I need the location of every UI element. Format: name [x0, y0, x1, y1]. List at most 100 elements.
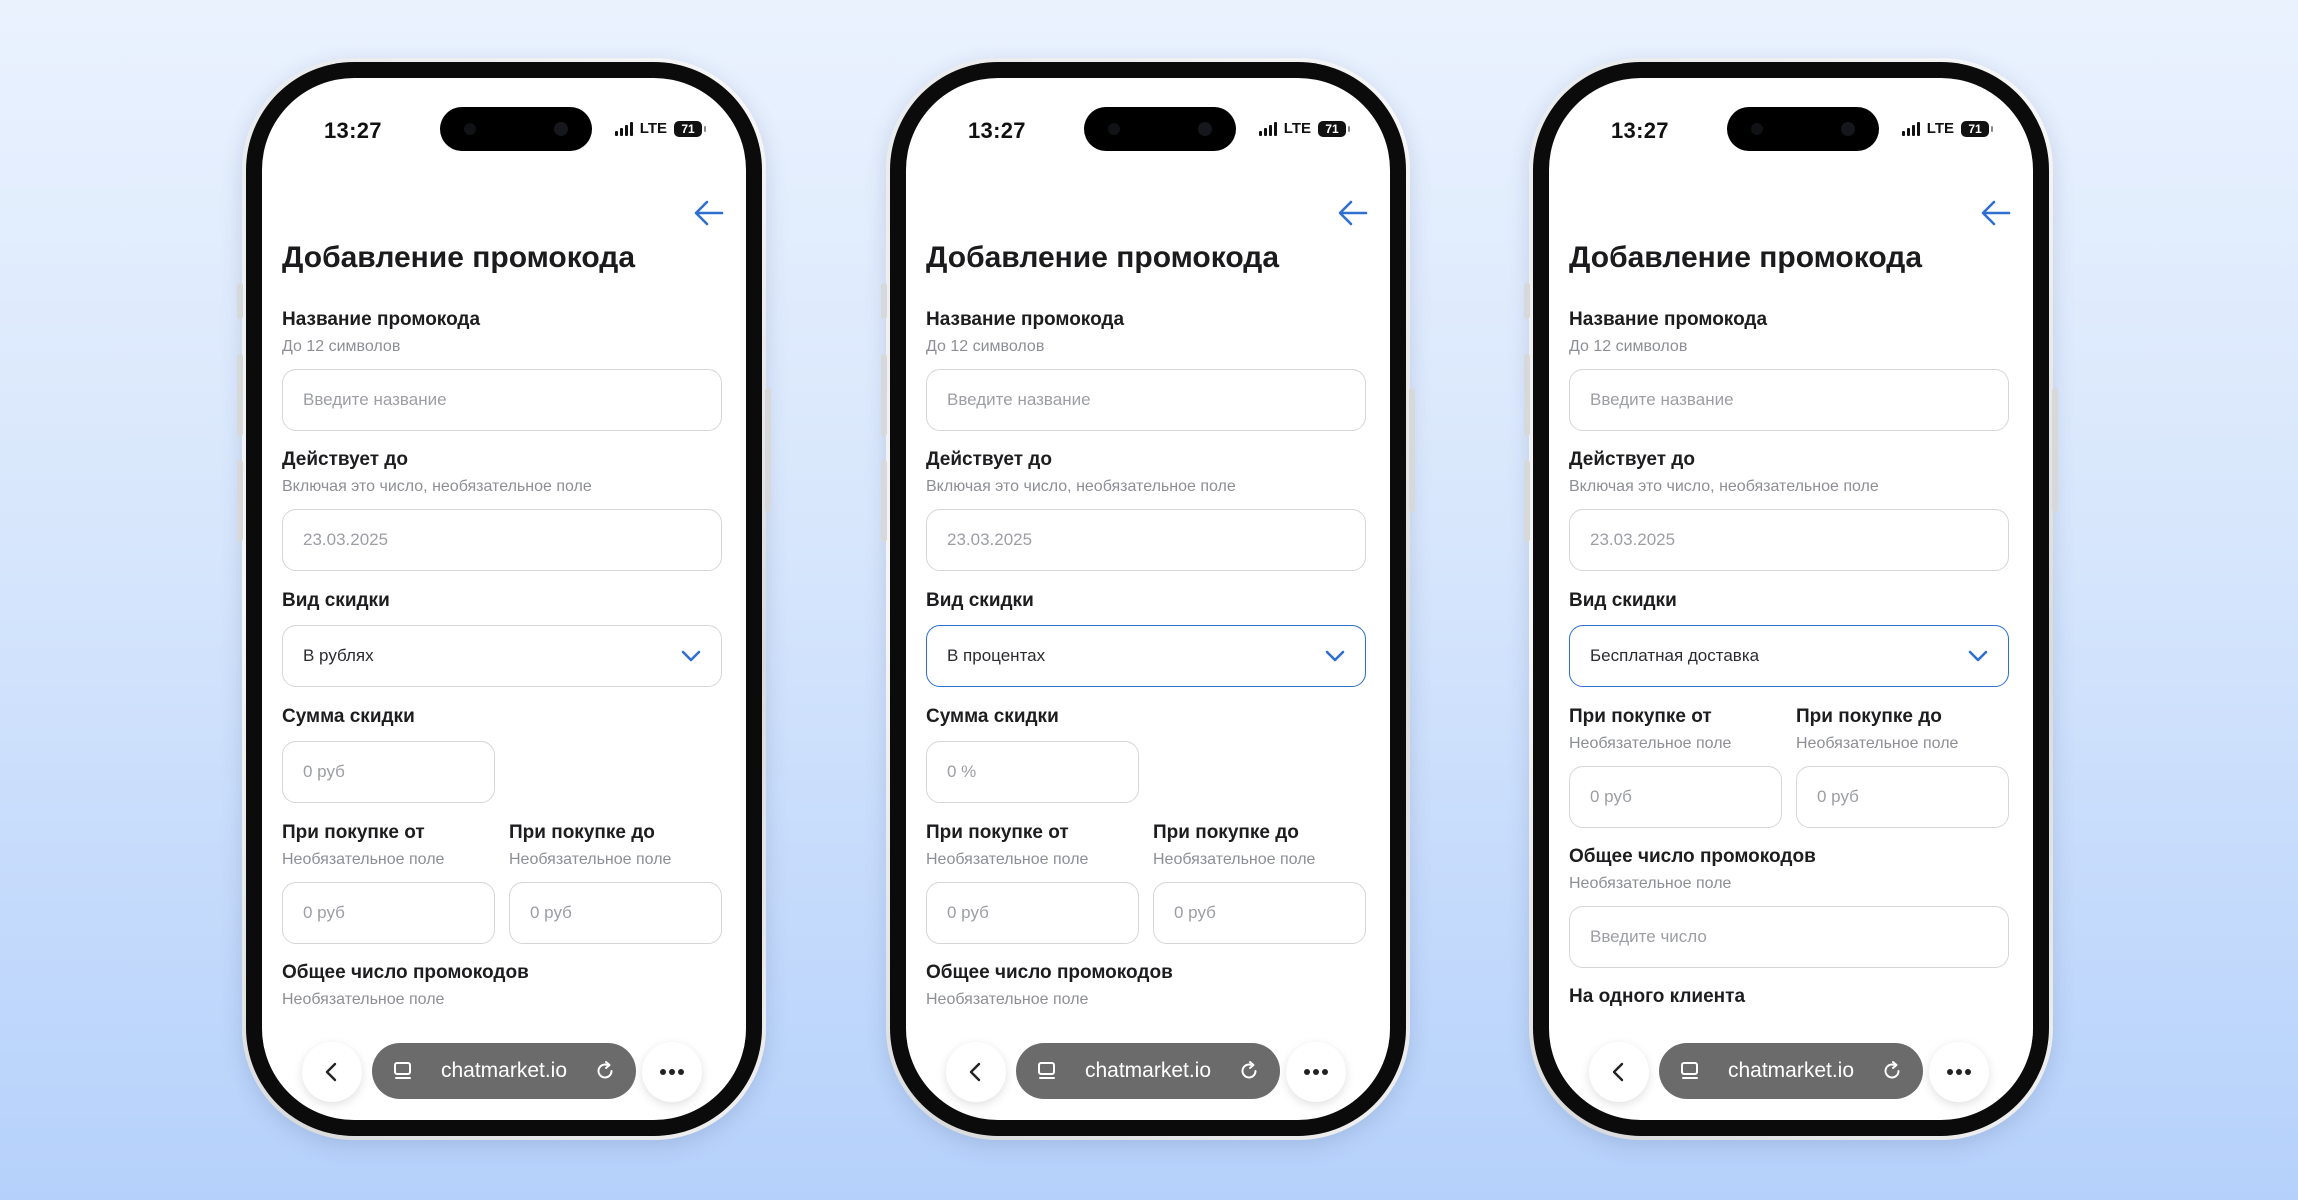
- purchase-from-input[interactable]: 0 руб: [1569, 766, 1782, 828]
- battery-icon: 71: [674, 120, 706, 137]
- field-hint: Необязательное поле: [282, 851, 445, 868]
- field-label: При покупке до: [509, 822, 655, 843]
- tabs-icon[interactable]: [392, 1060, 414, 1082]
- field-label: При покупке от: [282, 822, 425, 843]
- field-hint: Необязательное поле: [1153, 851, 1316, 868]
- purchase-from-input[interactable]: 0 руб: [926, 882, 1139, 944]
- reload-icon[interactable]: [1881, 1060, 1903, 1082]
- phone-screen: 13:27 LTE 71 Добавление промокода Назван…: [1549, 78, 2033, 1120]
- field-label: Действует до: [282, 449, 408, 470]
- signal-icon: [1258, 121, 1277, 136]
- field-label: Общее число промокодов: [926, 962, 1173, 983]
- tabs-icon[interactable]: [1679, 1060, 1701, 1082]
- more-button[interactable]: [1929, 1042, 1989, 1102]
- browser-back-button[interactable]: [946, 1042, 1006, 1102]
- field-label: Название промокода: [926, 309, 1125, 330]
- purchase-to-group: При покупке до Необязательное поле 0 руб: [1796, 705, 2009, 828]
- browser-back-button[interactable]: [1589, 1042, 1649, 1102]
- signal-icon: [1901, 121, 1920, 136]
- promo-name-input[interactable]: Введите название: [282, 369, 722, 431]
- more-button[interactable]: [1286, 1042, 1346, 1102]
- discount-amount-input[interactable]: 0 %: [926, 741, 1139, 803]
- volume-down-button: [237, 460, 243, 542]
- valid-until-input[interactable]: 23.03.2025: [1569, 509, 2009, 571]
- field-label: На одного клиента: [1569, 986, 1746, 1007]
- discount-type-select[interactable]: В рублях: [282, 625, 722, 687]
- status-time: 13:27: [324, 118, 382, 143]
- total-count-group: Общее число промокодов Необязательное по…: [1569, 845, 2009, 968]
- total-count-input[interactable]: Введите число: [1569, 906, 2009, 968]
- status-indicators: LTE 71: [614, 120, 706, 137]
- discount-amount-group: Сумма скидки 0 %: [926, 705, 1366, 803]
- more-button[interactable]: [642, 1042, 702, 1102]
- phone-mockup-3: 13:27 LTE 71 Добавление промокода Назван…: [1524, 58, 2058, 1140]
- action-button: [237, 283, 243, 319]
- purchase-to-input[interactable]: 0 руб: [1153, 882, 1366, 944]
- phone-bezel: 13:27 LTE 71 Добавление промокода Назван…: [1533, 62, 2049, 1136]
- url-text: chatmarket.io: [1084, 1059, 1212, 1082]
- field-label: При покупке до: [1153, 822, 1299, 843]
- field-label: При покупке до: [1796, 706, 1942, 727]
- field-label: При покупке от: [926, 822, 1069, 843]
- tabs-icon[interactable]: [1036, 1060, 1058, 1082]
- browser-back-button[interactable]: [302, 1042, 362, 1102]
- purchase-range-row: При покупке от Необязательное поле 0 руб…: [926, 821, 1366, 944]
- field-hint: Необязательное поле: [926, 991, 1089, 1008]
- field-hint: Необязательное поле: [509, 851, 672, 868]
- valid-until-input[interactable]: 23.03.2025: [282, 509, 722, 571]
- phone-mockup-1: 13:27 LTE 71 Добавление промокода Назван…: [237, 58, 771, 1140]
- battery-icon: 71: [1961, 120, 1993, 137]
- promo-name-group: Название промокода До 12 символов Введит…: [926, 308, 1366, 431]
- address-bar[interactable]: chatmarket.io: [372, 1043, 636, 1099]
- action-button: [1524, 283, 1530, 319]
- discount-type-select[interactable]: Бесплатная доставка: [1569, 625, 2009, 687]
- signal-icon: [614, 121, 633, 136]
- discount-amount-input[interactable]: 0 руб: [282, 741, 495, 803]
- address-bar[interactable]: chatmarket.io: [1659, 1043, 1923, 1099]
- promo-name-input[interactable]: Введите название: [926, 369, 1366, 431]
- field-label: Название промокода: [1569, 309, 1768, 330]
- power-button: [1409, 388, 1415, 512]
- purchase-range-row: При покупке от Необязательное поле 0 руб…: [282, 821, 722, 944]
- discount-type-group: Вид скидки Бесплатная доставка: [1569, 589, 2009, 687]
- promo-form: Добавление промокода Название промокода …: [926, 238, 1366, 1010]
- field-hint: До 12 символов: [926, 338, 1045, 355]
- promo-form: Добавление промокода Название промокода …: [1569, 238, 2009, 1009]
- back-arrow-icon[interactable]: [1336, 196, 1370, 230]
- power-button: [2052, 388, 2058, 512]
- page-title: Добавление промокода: [926, 241, 1280, 274]
- purchase-to-group: При покупке до Необязательное поле 0 руб: [509, 821, 722, 944]
- purchase-to-input[interactable]: 0 руб: [509, 882, 722, 944]
- status-indicators: LTE 71: [1901, 120, 1993, 137]
- chevron-down-icon: [1968, 650, 1988, 662]
- valid-until-group: Действует до Включая это число, необязат…: [282, 448, 722, 571]
- discount-type-group: Вид скидки В процентах: [926, 589, 1366, 687]
- browser-back-icon: [969, 1062, 981, 1082]
- discount-type-select[interactable]: В процентах: [926, 625, 1366, 687]
- field-hint: Необязательное поле: [1796, 735, 1959, 752]
- promo-name-group: Название промокода До 12 символов Введит…: [282, 308, 722, 431]
- purchase-to-input[interactable]: 0 руб: [1796, 766, 2009, 828]
- back-arrow-icon[interactable]: [692, 196, 726, 230]
- back-arrow-icon[interactable]: [1979, 196, 2013, 230]
- action-button: [881, 283, 887, 319]
- promo-name-input[interactable]: Введите название: [1569, 369, 2009, 431]
- phone-bezel: 13:27 LTE 71 Добавление промокода Назван…: [890, 62, 1406, 1136]
- reload-icon[interactable]: [594, 1060, 616, 1082]
- more-icon: [1947, 1069, 1971, 1075]
- field-label: Сумма скидки: [282, 706, 415, 727]
- dynamic-island: [1727, 107, 1879, 151]
- total-count-group: Общее число промокодов Необязательное по…: [282, 961, 722, 1010]
- phone-screen: 13:27 LTE 71 Добавление промокода Назван…: [906, 78, 1390, 1120]
- status-time: 13:27: [968, 118, 1026, 143]
- purchase-from-input[interactable]: 0 руб: [282, 882, 495, 944]
- url-text: chatmarket.io: [440, 1059, 568, 1082]
- browser-toolbar: chatmarket.io: [1549, 1042, 2033, 1104]
- phone-mockup-2: 13:27 LTE 71 Добавление промокода Назван…: [881, 58, 1415, 1140]
- address-bar[interactable]: chatmarket.io: [1016, 1043, 1280, 1099]
- chevron-down-icon: [681, 650, 701, 662]
- reload-icon[interactable]: [1238, 1060, 1260, 1082]
- dynamic-island: [1084, 107, 1236, 151]
- field-label: Действует до: [926, 449, 1052, 470]
- valid-until-input[interactable]: 23.03.2025: [926, 509, 1366, 571]
